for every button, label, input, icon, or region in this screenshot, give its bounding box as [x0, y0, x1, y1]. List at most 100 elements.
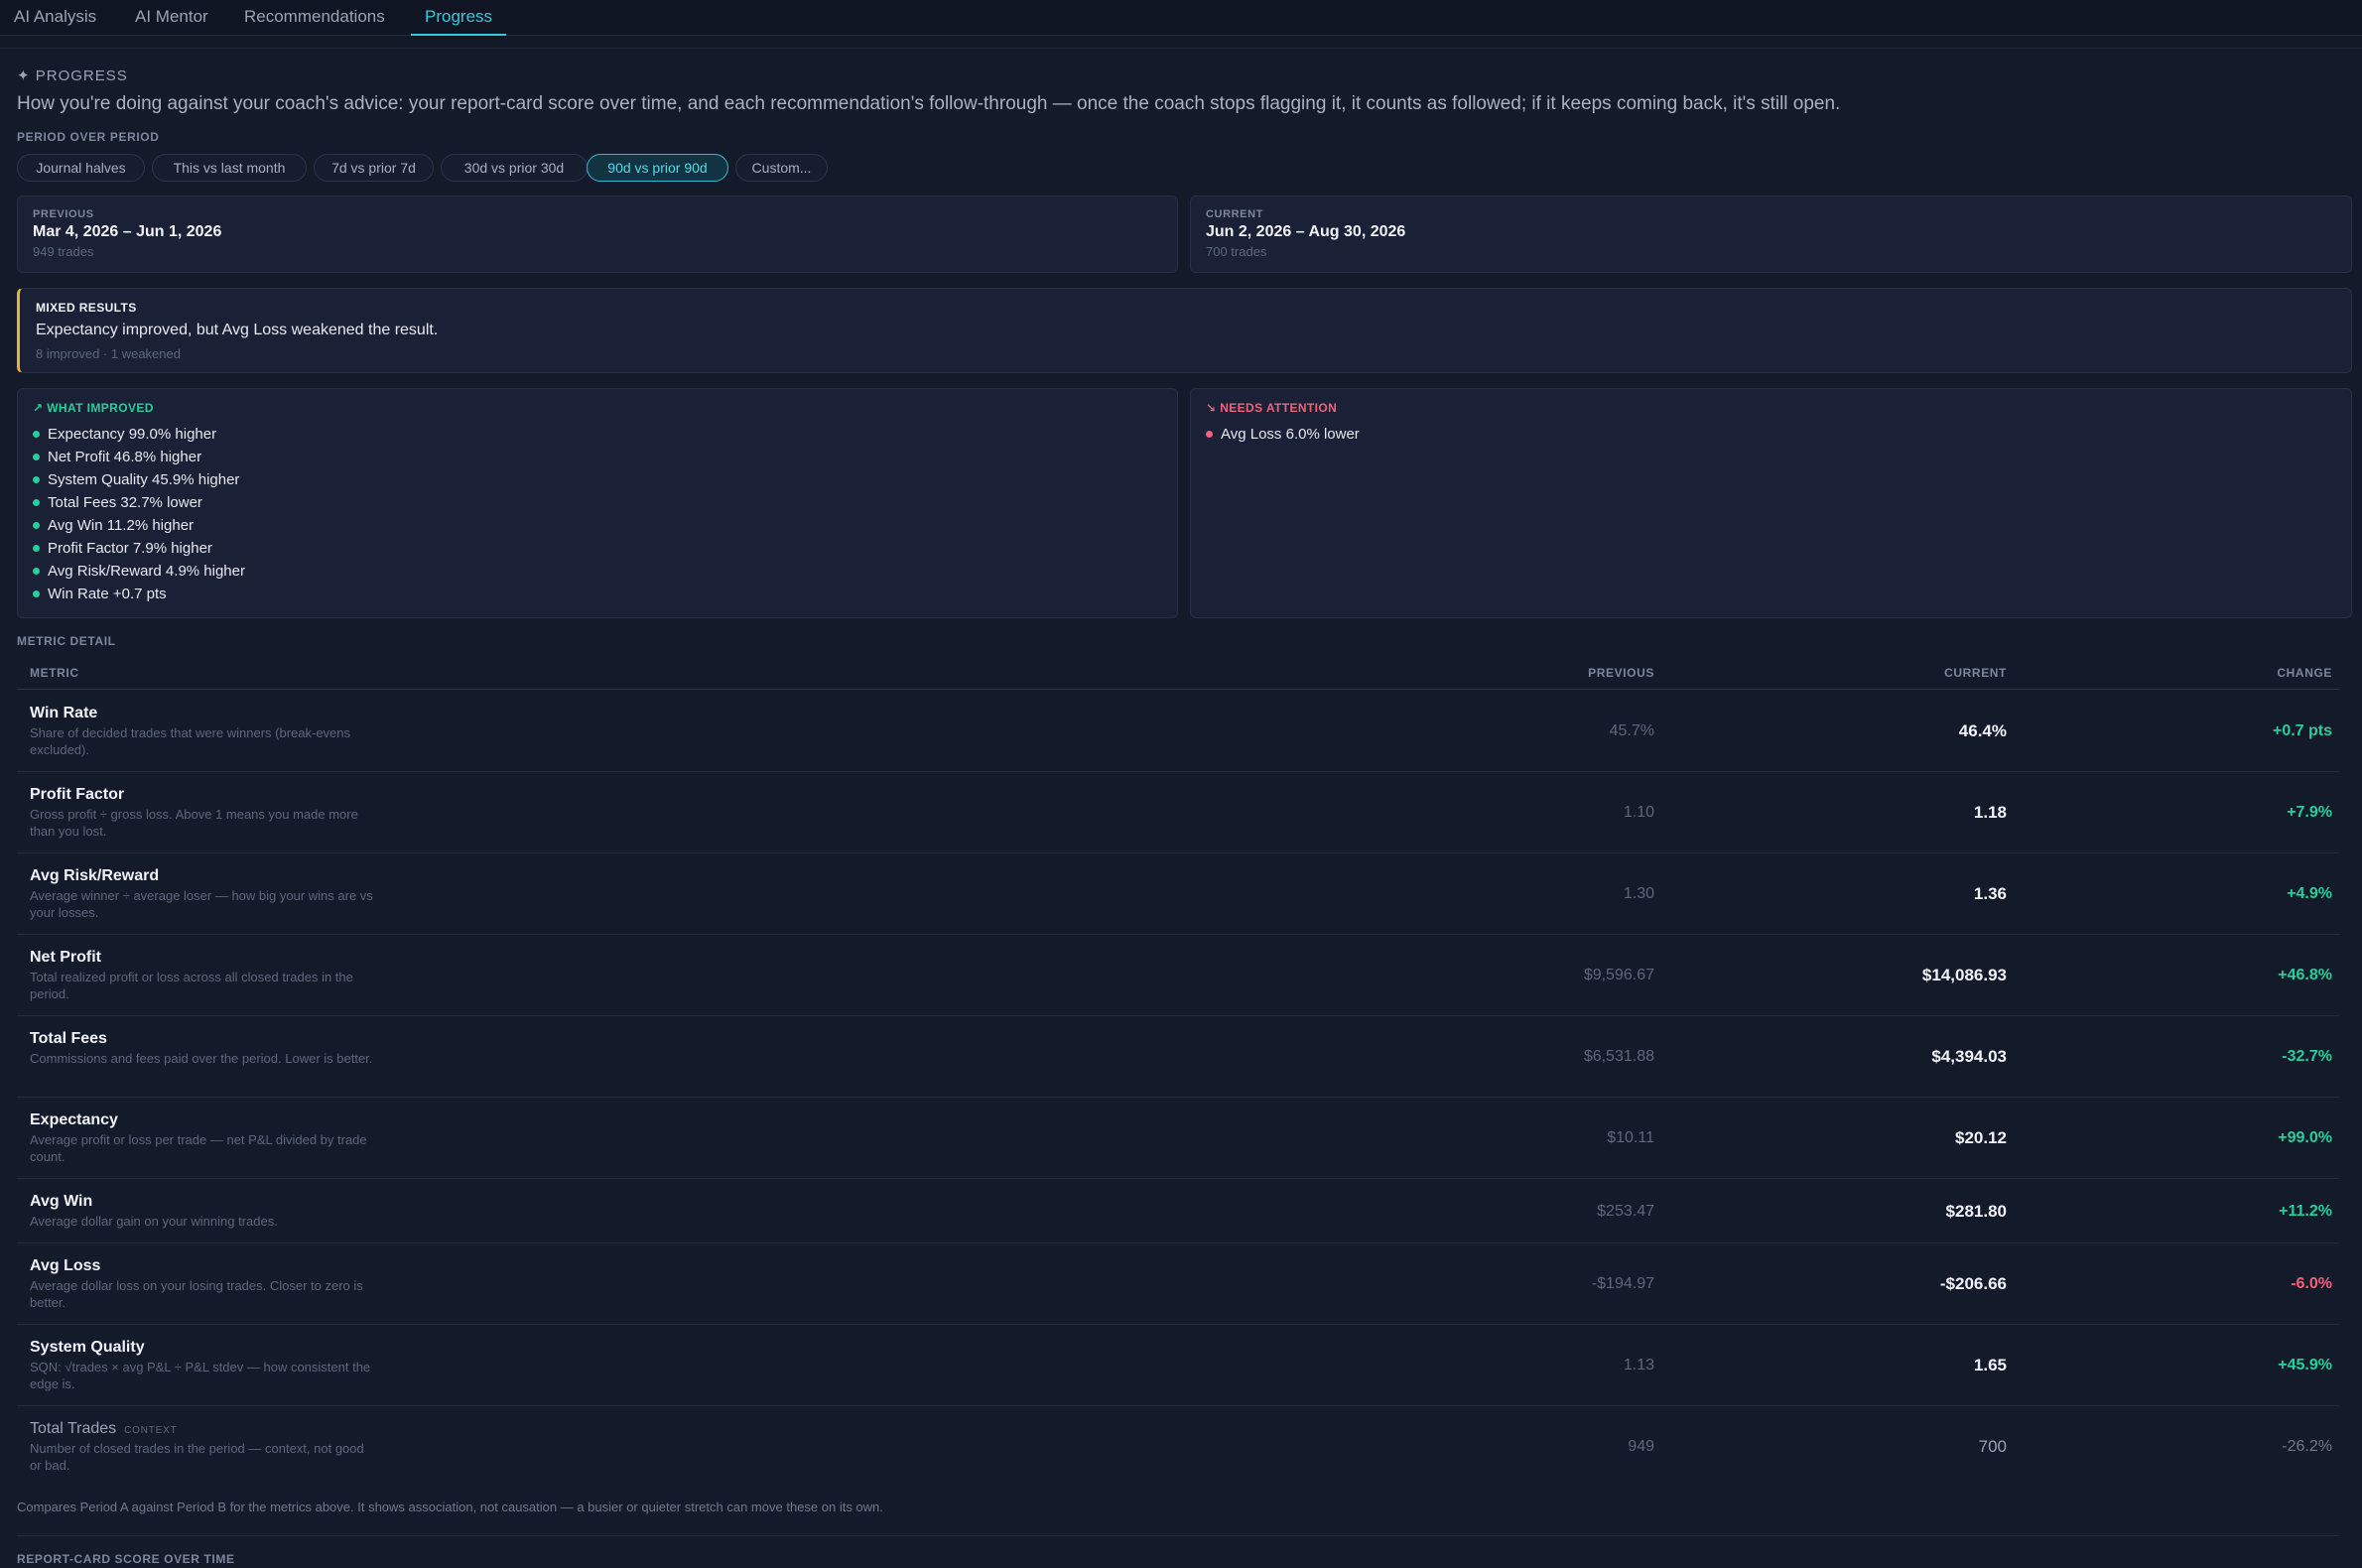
metric-description: Share of decided trades that were winner… [30, 725, 351, 757]
table-row: Total Trades CONTEXT Number of closed tra… [17, 1406, 2339, 1486]
change-value: +45.9% [2278, 1357, 2332, 1373]
intro-text: How you're doing against your coach's ad… [17, 93, 1841, 114]
period-option-90d[interactable]: 90d vs prior 90d [587, 154, 728, 182]
list-item: Win Rate +0.7 pts [33, 585, 245, 607]
current-value: 700 [1978, 1437, 2007, 1456]
current-value: $281.80 [1945, 1202, 2007, 1221]
footnote: Compares Period A against Period B for t… [17, 1500, 883, 1514]
previous-value: 1.30 [1623, 885, 1654, 902]
verdict-banner: MIXED RESULTS Expectancy improved, but A… [17, 288, 2352, 373]
previous-value: 949 [1628, 1438, 1654, 1455]
previous-trades: 949 trades [33, 244, 94, 259]
table-row: Avg Risk/Reward Average winner ÷ average… [17, 853, 2339, 935]
metric-description: Average winner ÷ average loser — how big… [30, 888, 373, 920]
current-range: Jun 2, 2026 – Aug 30, 2026 [1206, 223, 1406, 240]
table-row: Expectancy Average profit or loss per tr… [17, 1098, 2339, 1179]
list-item: Avg Loss 6.0% lower [1206, 425, 1360, 448]
metric-description: Total realized profit or loss across all… [30, 970, 353, 1001]
header-change: CHANGE [2277, 666, 2332, 680]
metric-name: Avg Loss [30, 1257, 101, 1274]
table-row: Profit Factor Gross profit ÷ gross loss.… [17, 772, 2339, 853]
metric-description: Gross profit ÷ gross loss. Above 1 means… [30, 807, 358, 839]
current-trades: 700 trades [1206, 244, 1267, 259]
table-row: Avg Loss Average dollar loss on your los… [17, 1243, 2339, 1325]
metric-name: Win Rate [30, 705, 98, 721]
current-value: $14,086.93 [1921, 966, 2007, 984]
change-value: +46.8% [2278, 967, 2332, 983]
table-row: System Quality SQN: √trades × avg P&L ÷ … [17, 1325, 2339, 1406]
attention-title: ↘ NEEDS ATTENTION [1206, 401, 1338, 415]
period-option-custom[interactable]: Custom... [735, 154, 828, 182]
change-value: +7.9% [2287, 804, 2332, 821]
metric-name: Expectancy [30, 1111, 118, 1128]
change-value: +0.7 pts [2272, 722, 2332, 739]
previous-range: Mar 4, 2026 – Jun 1, 2026 [33, 223, 222, 240]
improved-title: ↗ WHAT IMPROVED [33, 401, 154, 415]
metric-name: Avg Risk/Reward [30, 867, 160, 884]
list-item: Expectancy 99.0% higher [33, 425, 245, 448]
change-value: +11.2% [2279, 1203, 2332, 1220]
previous-period-card: PREVIOUS Mar 4, 2026 – Jun 1, 2026 949 t… [17, 196, 1178, 273]
metric-description: Average profit or loss per trade — net P… [30, 1132, 367, 1164]
metric-name: Net Profit [30, 949, 101, 966]
improved-list: Expectancy 99.0% higher Net Profit 46.8%… [33, 425, 245, 607]
previous-label: PREVIOUS [33, 208, 94, 220]
tab-ai-analysis[interactable]: AI Analysis [14, 0, 96, 36]
previous-value: 1.10 [1623, 804, 1654, 821]
metric-description: Number of closed trades in the period — … [30, 1441, 364, 1473]
table-row: Avg Win Average dollar gain on your winn… [17, 1179, 2339, 1243]
metric-name: Total Fees [30, 1030, 107, 1047]
list-item: Profit Factor 7.9% higher [33, 539, 245, 562]
current-value: $4,394.03 [1931, 1047, 2007, 1066]
metric-name: Total Trades CONTEXT [30, 1420, 178, 1438]
previous-value: $10.11 [1607, 1129, 1654, 1146]
header-metric: METRIC [30, 666, 79, 680]
tab-progress[interactable]: Progress [411, 0, 507, 36]
header-previous: PREVIOUS [1588, 666, 1654, 680]
list-item: Avg Risk/Reward 4.9% higher [33, 562, 245, 585]
change-value: +99.0% [2278, 1129, 2332, 1146]
change-value: -6.0% [2291, 1275, 2332, 1292]
progress-panel: ✦ PROGRESS How you're doing against your… [0, 48, 2362, 1568]
tab-ai-mentor[interactable]: AI Mentor [135, 0, 208, 36]
metric-name-text: Total Trades [30, 1420, 117, 1437]
table-row: Win Rate Share of decided trades that we… [17, 691, 2339, 772]
previous-value: -$194.97 [1591, 1275, 1654, 1292]
header-current: CURRENT [1944, 666, 2007, 680]
metric-name: Avg Win [30, 1193, 93, 1210]
period-option-month[interactable]: This vs last month [152, 154, 307, 182]
metric-detail-label: METRIC DETAIL [17, 634, 116, 648]
period-option-7d[interactable]: 7d vs prior 7d [314, 154, 434, 182]
previous-value: 45.7% [1609, 722, 1654, 739]
metric-description: Average dollar loss on your losing trade… [30, 1278, 363, 1310]
period-label: PERIOD OVER PERIOD [17, 130, 160, 144]
current-value: 1.36 [1973, 884, 2007, 903]
current-value: 46.4% [1958, 721, 2007, 740]
verdict-title: MIXED RESULTS [36, 301, 137, 315]
list-item: Total Fees 32.7% lower [33, 493, 245, 516]
current-value: $20.12 [1955, 1128, 2007, 1147]
change-value: -26.2% [2282, 1438, 2332, 1455]
list-item: System Quality 45.9% higher [33, 470, 245, 493]
verdict-counts: 8 improved · 1 weakened [36, 346, 181, 361]
table-row: Net Profit Total realized profit or loss… [17, 935, 2339, 1016]
attention-list: Avg Loss 6.0% lower [1206, 425, 1360, 448]
score-over-time-label: REPORT-CARD SCORE OVER TIME [17, 1552, 235, 1566]
period-option-30d[interactable]: 30d vs prior 30d [441, 154, 588, 182]
context-tag: CONTEXT [124, 1425, 178, 1436]
period-option-journal-halves[interactable]: Journal halves [17, 154, 145, 182]
current-label: CURRENT [1206, 208, 1263, 220]
current-period-card: CURRENT Jun 2, 2026 – Aug 30, 2026 700 t… [1190, 196, 2352, 273]
improved-card: ↗ WHAT IMPROVED Expectancy 99.0% higher … [17, 388, 1178, 618]
current-value: 1.65 [1973, 1356, 2007, 1374]
metric-description: Average dollar gain on your winning trad… [30, 1214, 278, 1229]
section-heading: ✦ PROGRESS [17, 67, 128, 84]
tab-recommendations[interactable]: Recommendations [244, 0, 385, 36]
change-value: -32.7% [2282, 1048, 2332, 1065]
verdict-message: Expectancy improved, but Avg Loss weaken… [36, 322, 439, 338]
list-item: Avg Win 11.2% higher [33, 516, 245, 539]
table-row: Total Fees Commissions and fees paid ove… [17, 1016, 2339, 1098]
metric-description: SQN: √trades × avg P&L ÷ P&L stdev — how… [30, 1360, 371, 1391]
metric-name: System Quality [30, 1339, 145, 1356]
metric-description: Commissions and fees paid over the perio… [30, 1051, 373, 1066]
